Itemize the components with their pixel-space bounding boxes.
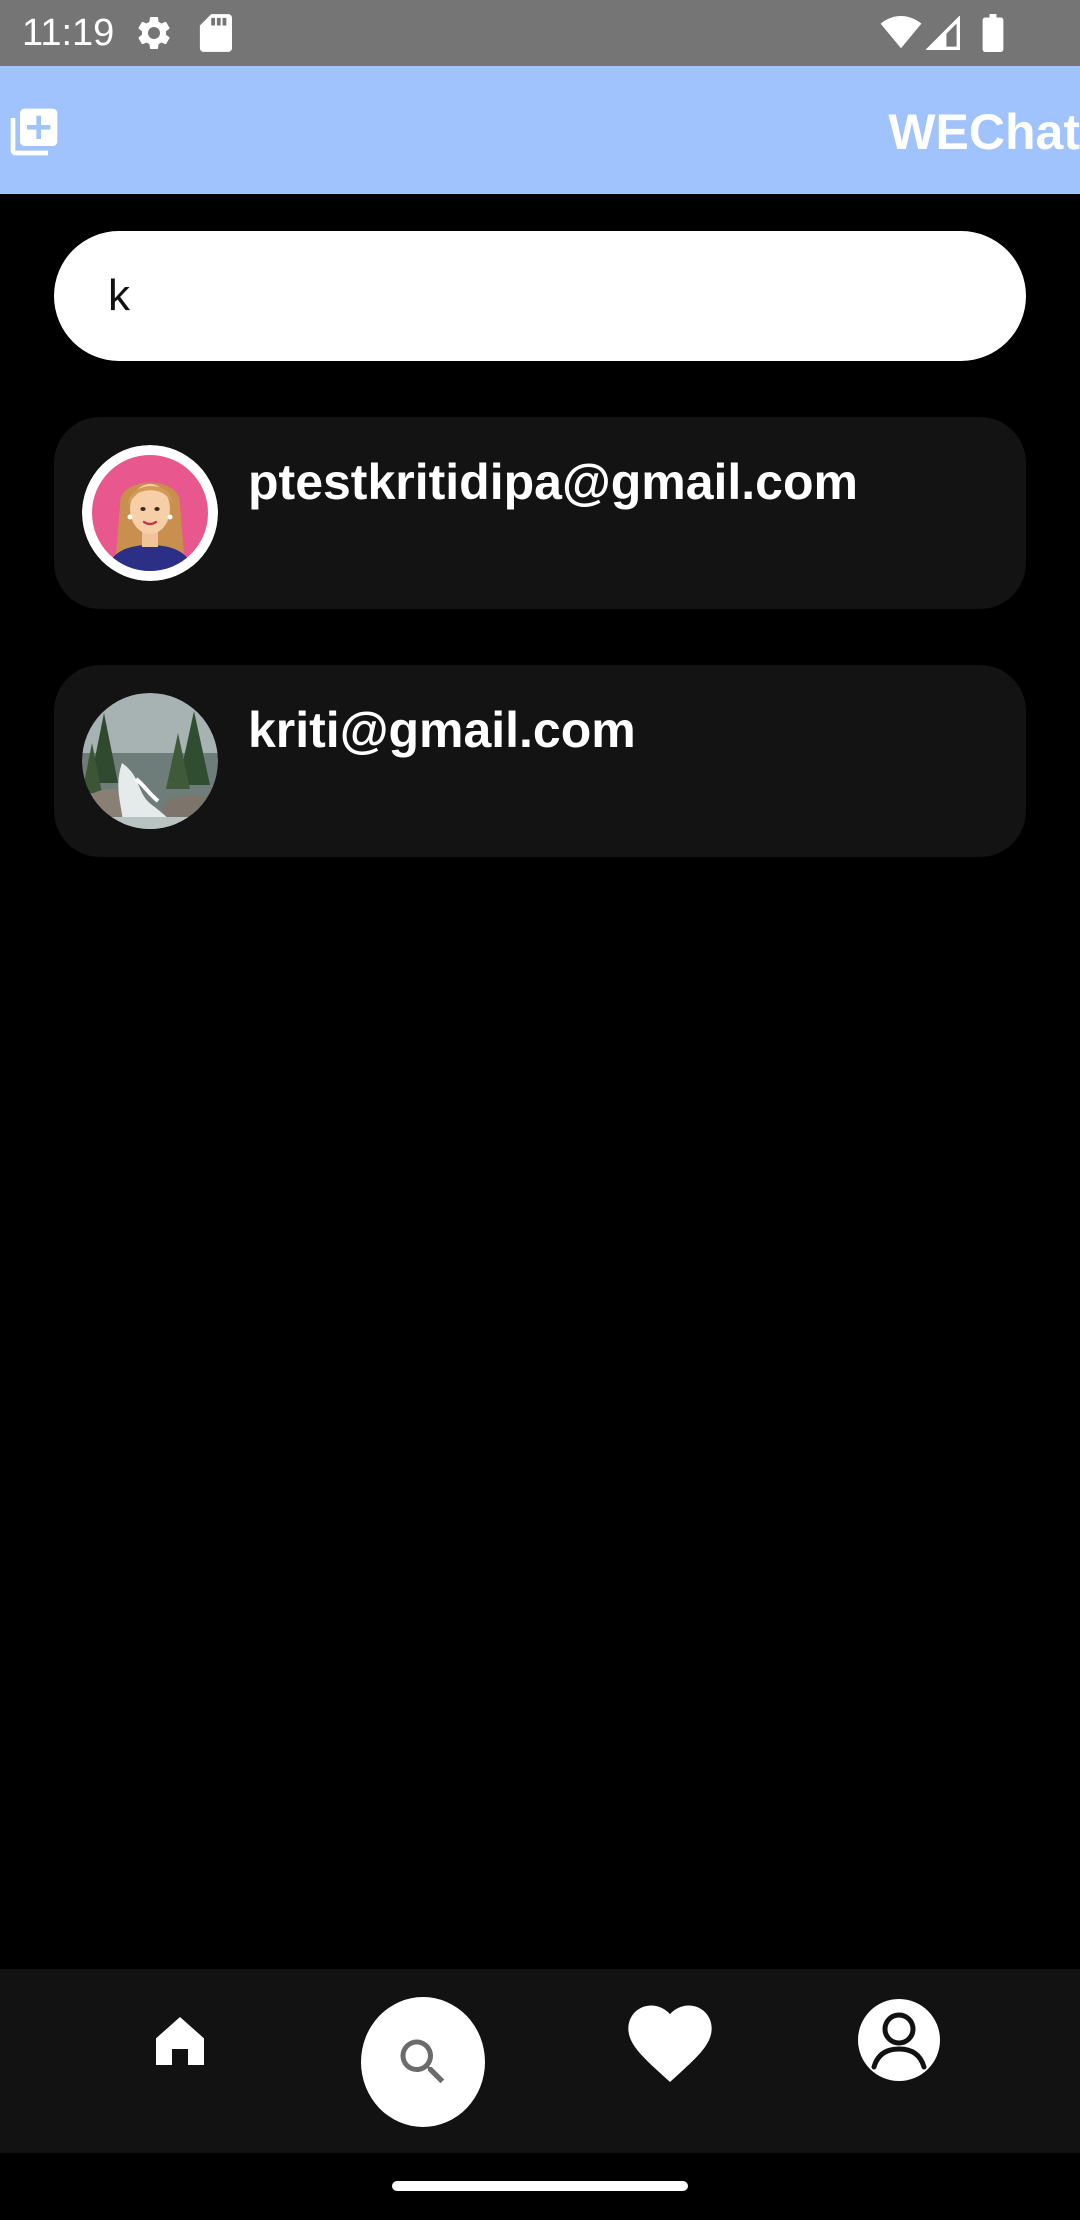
bottom-nav xyxy=(0,1969,1080,2153)
nav-home-button[interactable] xyxy=(148,2009,212,2073)
sd-card-icon xyxy=(199,14,232,52)
search-field[interactable] xyxy=(54,231,1026,361)
add-box-icon xyxy=(10,108,58,156)
search-icon xyxy=(400,2039,445,2084)
search-input[interactable] xyxy=(108,231,988,361)
gesture-navigation-bar[interactable] xyxy=(392,2181,688,2191)
nav-favorites-button[interactable] xyxy=(620,1993,720,2093)
add-chat-button[interactable] xyxy=(6,104,62,160)
app-bar: WEChat xyxy=(0,66,1080,194)
nav-profile-button[interactable] xyxy=(856,1997,942,2083)
status-bar: 11:19 xyxy=(0,0,1080,66)
waterfall-photo-avatar xyxy=(82,693,218,829)
wifi-icon xyxy=(880,16,922,49)
battery-icon xyxy=(982,14,1004,52)
heart-icon xyxy=(628,2005,712,2082)
user-email: ptestkritidipa@gmail.com xyxy=(248,454,858,510)
user-result-card[interactable]: kriti@gmail.com xyxy=(54,665,1026,857)
woman-illustration-avatar xyxy=(82,445,218,581)
user-result-card[interactable]: ptestkritidipa@gmail.com xyxy=(54,417,1026,609)
nav-search-button[interactable] xyxy=(361,1997,485,2127)
status-time: 11:19 xyxy=(22,12,115,54)
user-email: kriti@gmail.com xyxy=(248,702,636,758)
home-icon xyxy=(156,2017,204,2065)
app-title: WEChat xyxy=(888,104,1080,160)
settings-gear-icon xyxy=(138,16,170,49)
cell-signal-icon xyxy=(926,16,960,50)
profile-icon xyxy=(858,1999,940,2081)
